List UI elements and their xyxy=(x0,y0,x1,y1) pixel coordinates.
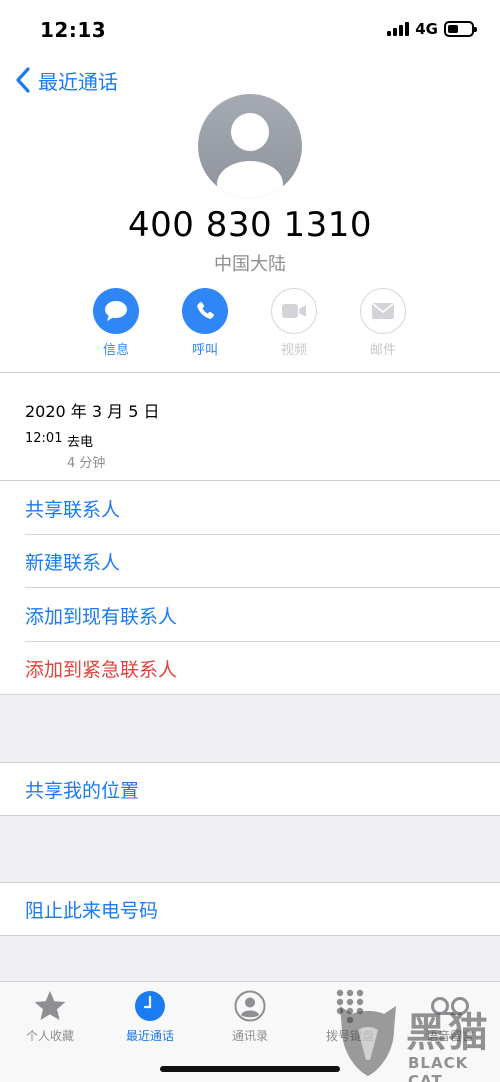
network-type: 4G xyxy=(415,20,438,38)
home-indicator[interactable] xyxy=(160,1066,340,1072)
tab-label: 最近通话 xyxy=(125,1029,174,1043)
watermark: 黑猫 BLACK CAT xyxy=(336,994,500,1082)
tab-favorites[interactable]: 个人收藏 xyxy=(0,989,100,1044)
message-icon xyxy=(105,301,127,321)
share-contact-label: 共享联系人 xyxy=(25,499,121,521)
watermark-text-en: BLACK CAT xyxy=(408,1054,469,1082)
block-caller-label: 阻止此来电号码 xyxy=(25,900,159,922)
tab-recents[interactable]: 最近通话 xyxy=(100,989,200,1044)
phone-icon xyxy=(197,301,215,319)
tab-label: 通讯录 xyxy=(231,1029,268,1043)
tab-contacts[interactable]: 通讯录 xyxy=(200,989,300,1044)
back-label: 最近通话 xyxy=(38,69,118,94)
battery-icon xyxy=(444,21,477,37)
mail-label: 邮件 xyxy=(369,343,396,358)
add-emergency-contact-row[interactable]: 添加到紧急联系人 xyxy=(0,642,500,694)
signal-icon xyxy=(387,22,410,36)
video-label: 视频 xyxy=(280,343,307,358)
mail-button[interactable]: 邮件 xyxy=(343,288,423,358)
video-button[interactable]: 视频 xyxy=(254,288,334,358)
chevron-left-icon xyxy=(16,67,30,93)
video-icon xyxy=(282,304,306,318)
avatar xyxy=(198,94,302,198)
clock-icon xyxy=(135,991,165,1021)
black-cat-logo-icon xyxy=(340,1006,396,1076)
contact-actions: 信息 呼叫 视频 邮件 xyxy=(0,288,500,358)
back-button[interactable]: 最近通话 xyxy=(14,64,118,96)
share-contact-row[interactable]: 共享联系人 xyxy=(0,481,500,534)
mail-icon xyxy=(372,303,394,319)
call-duration: 4 分钟 xyxy=(67,456,106,471)
tab-label: 个人收藏 xyxy=(25,1029,74,1043)
add-existing-contact-row[interactable]: 添加到现有联系人 xyxy=(0,588,500,641)
new-contact-row[interactable]: 新建联系人 xyxy=(0,535,500,587)
divider xyxy=(0,372,500,373)
share-location-label: 共享我的位置 xyxy=(25,780,140,802)
call-date: 2020 年 3 月 5 日 xyxy=(25,402,160,421)
new-contact-label: 新建联系人 xyxy=(25,552,121,574)
status-bar: 12:13 4G xyxy=(0,0,500,58)
add-emergency-contact-label: 添加到紧急联系人 xyxy=(25,659,178,681)
call-button[interactable]: 呼叫 xyxy=(165,288,245,358)
status-indicators: 4G xyxy=(387,20,477,38)
add-existing-contact-label: 添加到现有联系人 xyxy=(25,606,178,628)
watermark-text-cn: 黑猫 xyxy=(406,1010,490,1056)
phone-region: 中国大陆 xyxy=(214,254,286,275)
contacts-icon xyxy=(234,990,266,1022)
phone-number: 400 830 1310 xyxy=(128,205,372,245)
section-spacer xyxy=(0,695,500,762)
status-time: 12:13 xyxy=(40,18,107,42)
call-label: 呼叫 xyxy=(191,343,218,358)
section-spacer xyxy=(0,816,500,882)
person-icon xyxy=(217,113,283,198)
message-button[interactable]: 信息 xyxy=(76,288,156,358)
block-caller-row[interactable]: 阻止此来电号码 xyxy=(0,883,500,935)
section-spacer xyxy=(0,936,500,981)
call-type: 去电 xyxy=(67,435,94,450)
message-label: 信息 xyxy=(102,343,129,358)
share-location-row[interactable]: 共享我的位置 xyxy=(0,763,500,815)
star-icon xyxy=(34,991,66,1020)
call-time: 12:01 xyxy=(25,431,63,446)
